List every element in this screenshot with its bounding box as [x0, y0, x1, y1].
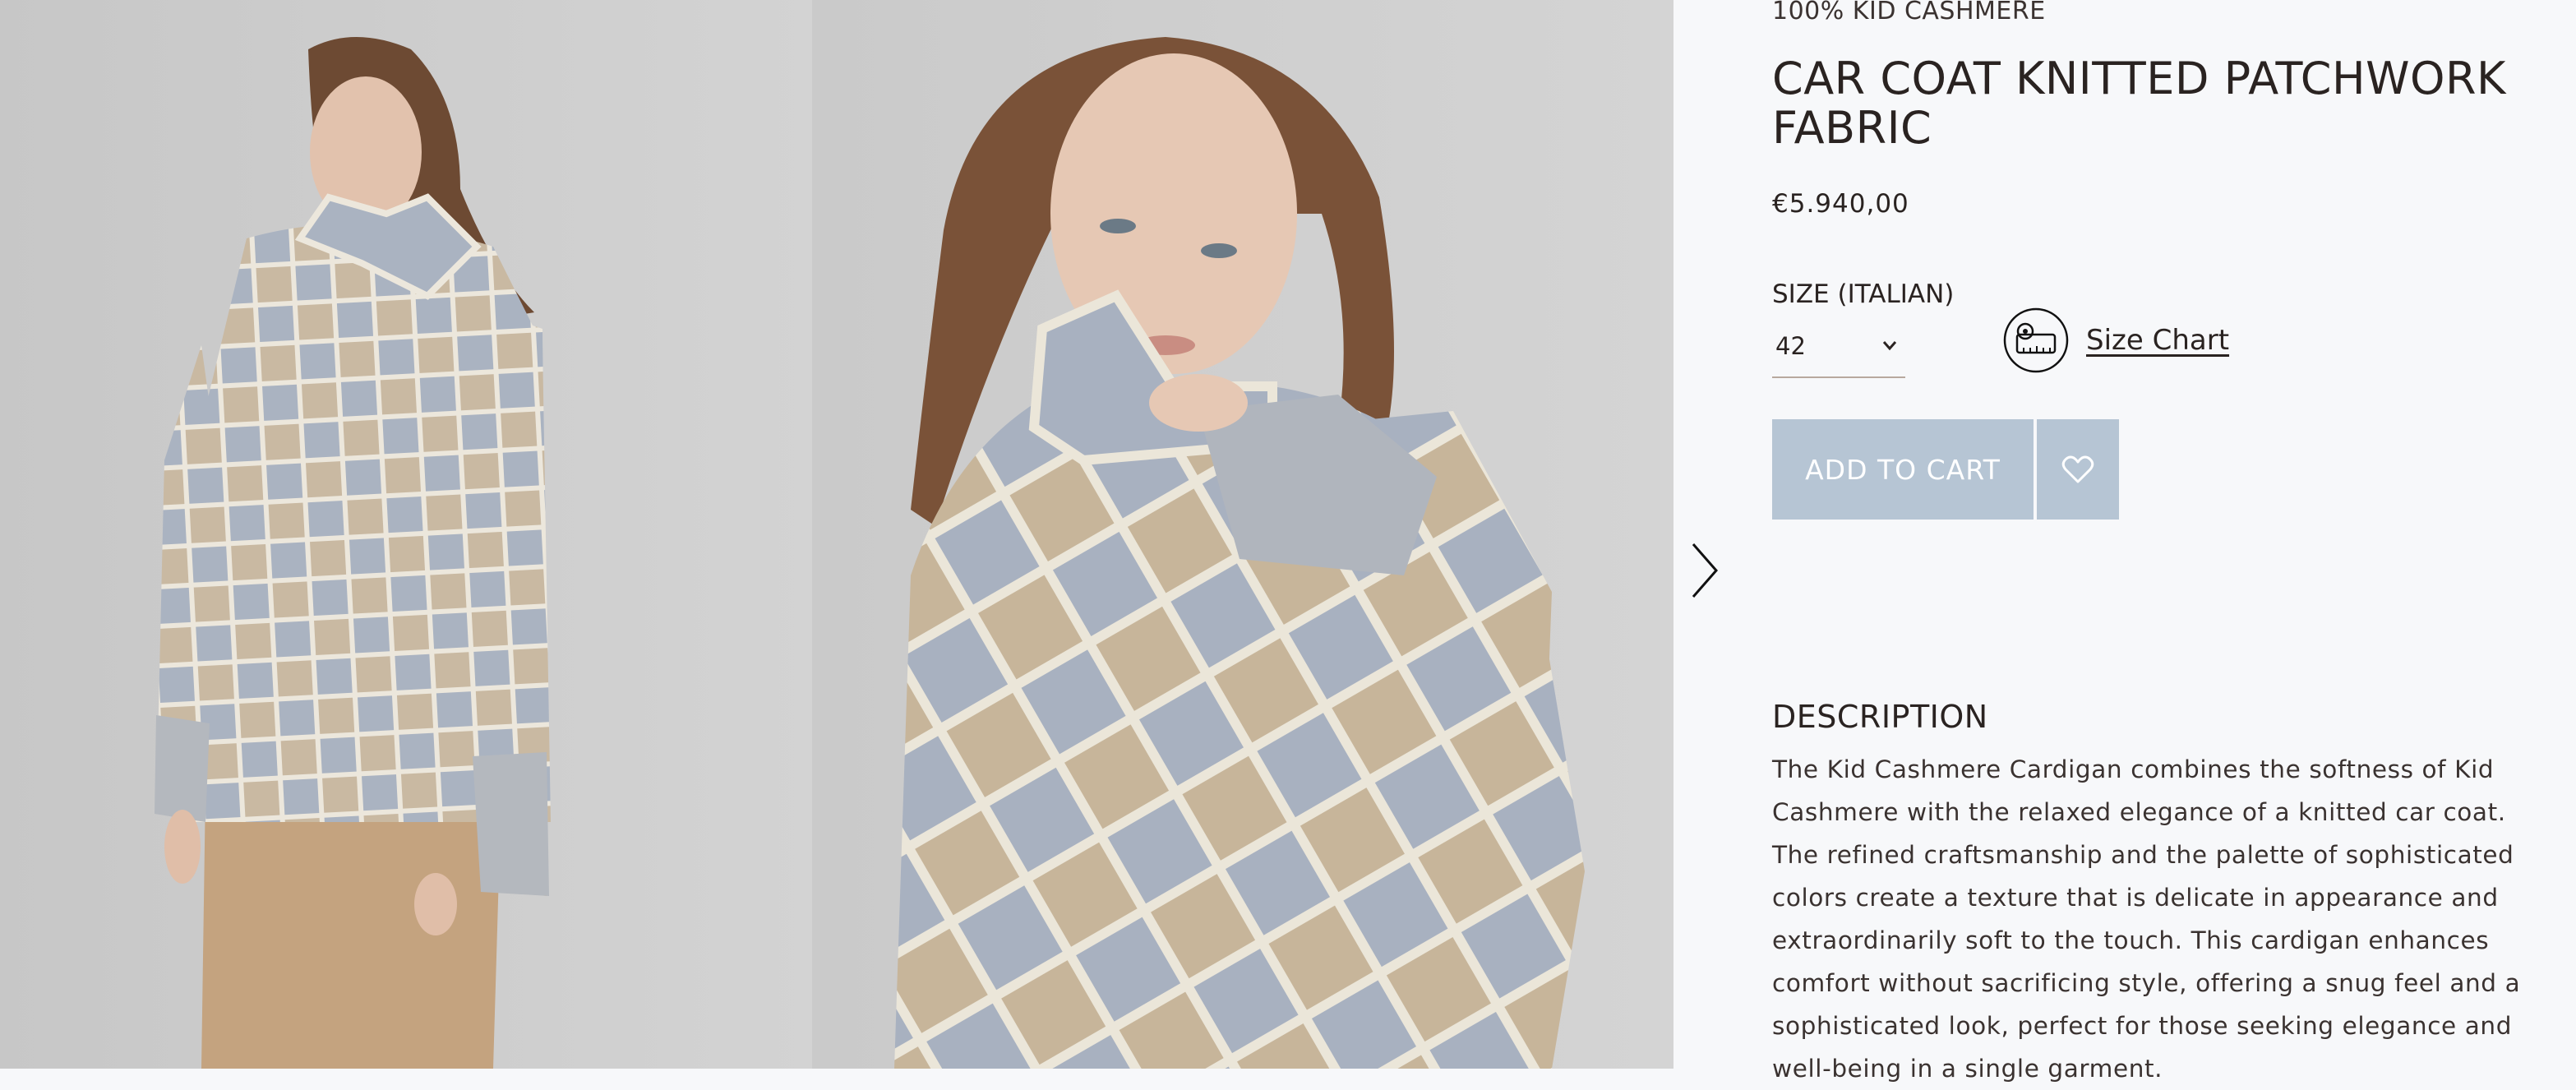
wishlist-button[interactable]	[2037, 419, 2119, 520]
size-select[interactable]: 42	[1772, 322, 1905, 378]
heart-icon	[2061, 455, 2094, 483]
size-label: SIZE (ITALIAN)	[1772, 279, 1955, 309]
size-chart-link[interactable]: Size Chart	[2002, 306, 2229, 375]
product-price: €5.940,00	[1772, 189, 1909, 219]
product-photo-closeup[interactable]	[812, 0, 1673, 1069]
description-text: The Kid Cashmere Cardigan combines the s…	[1772, 755, 2521, 1083]
description-title: DESCRIPTION	[1772, 699, 1988, 735]
product-gallery	[0, 0, 1718, 1069]
product-title: CAR COAT KNITTED PATCHWORK FABRIC	[1772, 53, 2506, 154]
product-material: 100% KID CASHMERE	[1772, 0, 2046, 25]
chevron-right-icon	[1692, 543, 1718, 598]
add-to-cart-button[interactable]: ADD TO CART	[1772, 419, 2034, 520]
chevron-down-icon	[1882, 341, 1897, 351]
product-photo-full[interactable]	[0, 0, 812, 1069]
size-select-value: 42	[1775, 332, 1806, 360]
tape-measure-icon	[2003, 307, 2069, 373]
next-image-arrow[interactable]	[1687, 539, 1723, 602]
size-chart-label: Size Chart	[2086, 324, 2230, 357]
